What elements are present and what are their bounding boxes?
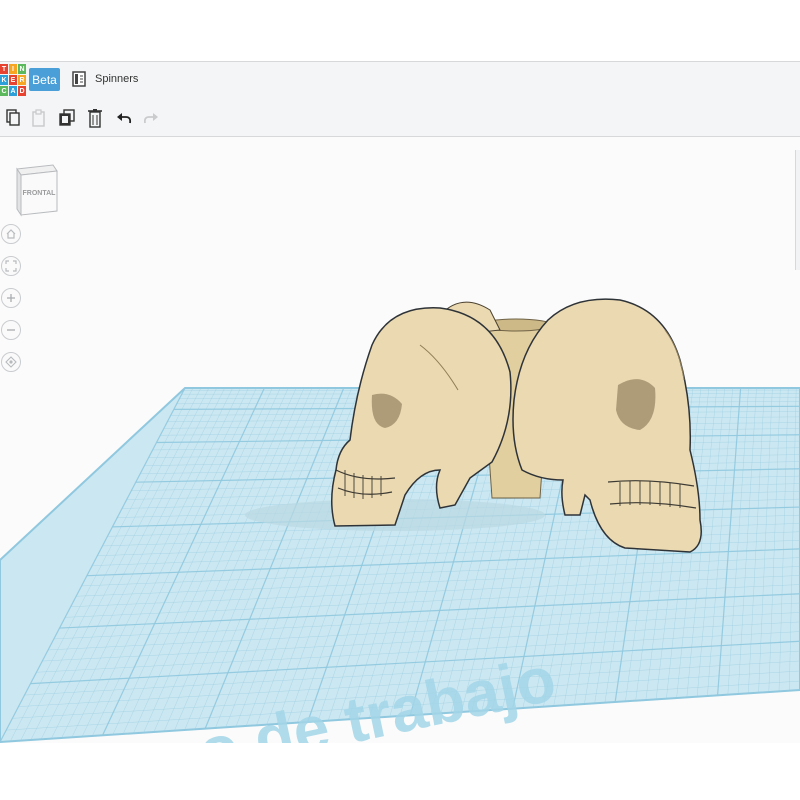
logo-letter: R: [18, 75, 26, 85]
logo-letter: K: [0, 75, 8, 85]
logo-letter: T: [0, 64, 8, 74]
logo-letter: C: [0, 86, 8, 96]
undo-button[interactable]: [114, 107, 134, 129]
logo-letter: I: [9, 64, 17, 74]
view-cube-label: FRONTAL: [23, 190, 57, 197]
fit-view-icon: [5, 260, 17, 272]
3d-viewport[interactable]: Plano de trabajo: [0, 137, 800, 743]
side-panel-handle[interactable]: [795, 150, 800, 270]
delete-button[interactable]: [85, 107, 105, 129]
logo-letter: A: [9, 86, 17, 96]
duplicate-icon: [59, 109, 75, 126]
copy-icon: [6, 109, 20, 126]
view-cube[interactable]: FRONTAL: [13, 161, 61, 217]
copy-button[interactable]: [3, 107, 23, 129]
logo-letter: E: [9, 75, 17, 85]
logo-letter: N: [18, 64, 26, 74]
zoom-out-button[interactable]: [1, 320, 21, 340]
zoom-in-button[interactable]: [1, 288, 21, 308]
paste-icon: [32, 109, 45, 127]
orthographic-button[interactable]: [1, 352, 21, 372]
paste-button[interactable]: [29, 107, 49, 129]
fit-view-button[interactable]: [1, 256, 21, 276]
redo-icon: [143, 113, 158, 124]
zoom-out-icon: [7, 329, 15, 331]
logo-letter: D: [18, 86, 26, 96]
delete-icon: [88, 109, 102, 128]
project-title[interactable]: Spinners: [95, 73, 138, 85]
redo-button[interactable]: [141, 107, 161, 129]
home-view-icon: [6, 229, 16, 239]
home-view-button[interactable]: [1, 224, 21, 244]
zoom-in-icon: [7, 294, 15, 302]
tinkercad-logo[interactable]: TINKERCAD: [0, 64, 26, 96]
document-icon: [72, 71, 86, 87]
duplicate-button[interactable]: [57, 107, 77, 129]
beta-badge: Beta: [29, 68, 60, 91]
undo-icon: [117, 113, 132, 124]
orthographic-icon: [5, 356, 17, 368]
